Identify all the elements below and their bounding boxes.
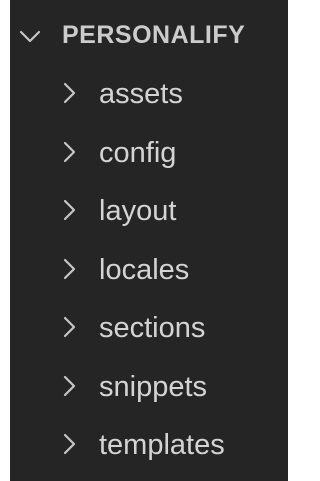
chevron-right-icon (60, 141, 80, 163)
tree-item-label: templates (99, 429, 225, 461)
tree-item-label: snippets (99, 370, 208, 403)
tree-item-sections[interactable]: sections (10, 303, 288, 362)
tree-item-label: locales (99, 253, 190, 286)
tree-item-label: sections (99, 312, 206, 344)
tree-item-locales[interactable]: locales (10, 245, 288, 304)
tree-item-label: layout (99, 195, 177, 227)
tree-item-layout[interactable]: layout (10, 186, 288, 245)
tree-item-templates[interactable]: templates (10, 420, 288, 479)
folder-header[interactable]: PERSONALIFY (10, 12, 288, 60)
chevron-right-icon (60, 199, 80, 221)
folder-title: PERSONALIFY (62, 21, 246, 49)
explorer-panel: PERSONALIFY assets config layout locales (10, 0, 288, 481)
chevron-down-icon (18, 24, 42, 48)
chevron-right-icon (60, 433, 80, 455)
tree-item-assets[interactable]: assets (10, 69, 288, 128)
chevron-right-icon (60, 258, 80, 280)
tree-item-label: assets (99, 78, 183, 110)
chevron-right-icon (60, 82, 80, 104)
folder-tree: assets config layout locales sections sn… (10, 69, 288, 479)
tree-item-snippets[interactable]: snippets (10, 362, 288, 421)
chevron-right-icon (60, 375, 80, 397)
chevron-right-icon (60, 316, 80, 338)
tree-item-config[interactable]: config (10, 128, 288, 187)
tree-item-label: config (99, 136, 177, 169)
